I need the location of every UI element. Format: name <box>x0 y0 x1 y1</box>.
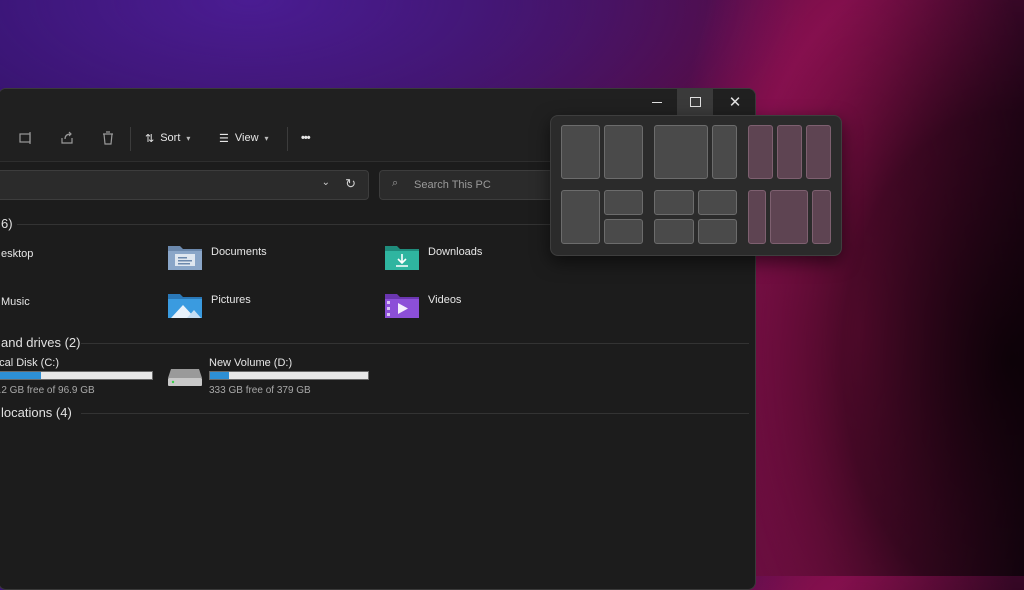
refresh-icon[interactable]: ↻ <box>345 176 356 192</box>
more-icon: ••• <box>301 132 311 144</box>
section-divider <box>81 343 749 344</box>
snap-zone[interactable] <box>561 125 600 179</box>
sort-label: Sort <box>160 132 181 144</box>
drive-name: ocal Disk (C:) <box>0 357 60 369</box>
snap-zone[interactable] <box>654 125 708 179</box>
maximize-icon <box>689 97 701 107</box>
search-input[interactable]: ⌕ Search This PC <box>379 170 561 200</box>
snap-zone[interactable] <box>748 190 766 244</box>
folder-label: Documents <box>211 246 267 258</box>
snap-layouts-flyout <box>550 115 842 256</box>
share-icon[interactable] <box>58 129 76 147</box>
snap-zone[interactable] <box>748 125 773 179</box>
drive-usage-fill <box>210 372 229 379</box>
sort-button[interactable]: ⇅ Sort ▾ <box>145 127 190 149</box>
pictures-folder-icon <box>168 294 202 318</box>
folder-label: Videos <box>428 294 462 306</box>
view-label: View <box>234 132 259 144</box>
delete-icon[interactable] <box>99 129 117 147</box>
drives-section-header[interactable]: and drives (2) <box>1 335 80 350</box>
maximize-button[interactable] <box>677 89 713 115</box>
snap-zone[interactable] <box>770 190 808 244</box>
chevron-down-icon[interactable]: ⌄ <box>322 177 330 188</box>
snap-zone[interactable] <box>698 190 737 215</box>
snap-zone[interactable] <box>654 219 694 244</box>
folder-label: Downloads <box>428 246 483 258</box>
snap-zone[interactable] <box>604 219 643 244</box>
drive-free-space: 333 GB free of 379 GB <box>209 385 311 396</box>
section-divider <box>81 413 749 414</box>
drive-usage-bar <box>209 371 369 380</box>
drive-free-space: 2.2 GB free of 96.9 GB <box>0 385 95 396</box>
snap-zone[interactable] <box>777 125 802 179</box>
address-bar[interactable]: ⌄ ↻ <box>0 170 369 200</box>
snap-zone[interactable] <box>812 190 831 244</box>
folder-label: Music <box>1 296 30 308</box>
rename-icon[interactable] <box>17 129 35 147</box>
folder-label: Pictures <box>211 294 251 306</box>
search-icon: ⌕ <box>392 177 399 189</box>
sort-icon: ⇅ <box>145 132 155 145</box>
folder-label: esktop <box>1 248 34 260</box>
close-icon: ✕ <box>728 94 742 111</box>
more-options-button[interactable]: ••• <box>301 127 311 149</box>
snap-zone[interactable] <box>698 219 737 244</box>
snap-zone[interactable] <box>604 125 643 179</box>
view-icon: ☰ <box>219 132 229 145</box>
videos-folder-icon <box>385 294 419 318</box>
minimize-button[interactable] <box>639 89 675 115</box>
drive-usage-bar <box>0 371 153 380</box>
chevron-down-icon: ▾ <box>186 133 191 143</box>
downloads-folder-icon <box>385 246 419 270</box>
snap-zone[interactable] <box>604 190 643 215</box>
minimize-icon <box>652 101 662 103</box>
drive-usage-fill <box>0 372 42 379</box>
title-bar[interactable]: ✕ <box>0 89 755 115</box>
network-locations-header[interactable]: locations (4) <box>1 405 72 420</box>
drive-icon <box>168 369 202 386</box>
toolbar-divider <box>287 127 288 151</box>
drive-name: New Volume (D:) <box>209 357 293 369</box>
close-button[interactable]: ✕ <box>717 89 753 115</box>
snap-zone[interactable] <box>806 125 831 179</box>
documents-folder-icon <box>168 246 202 270</box>
toolbar-divider <box>130 127 131 151</box>
chevron-down-icon: ▾ <box>264 133 269 143</box>
snap-zone[interactable] <box>712 125 737 179</box>
folders-section-header[interactable]: 6) <box>1 216 13 231</box>
search-placeholder: Search This PC <box>414 179 491 191</box>
snap-zone[interactable] <box>561 190 600 244</box>
snap-zone[interactable] <box>654 190 694 215</box>
view-button[interactable]: ☰ View ▾ <box>219 127 269 149</box>
